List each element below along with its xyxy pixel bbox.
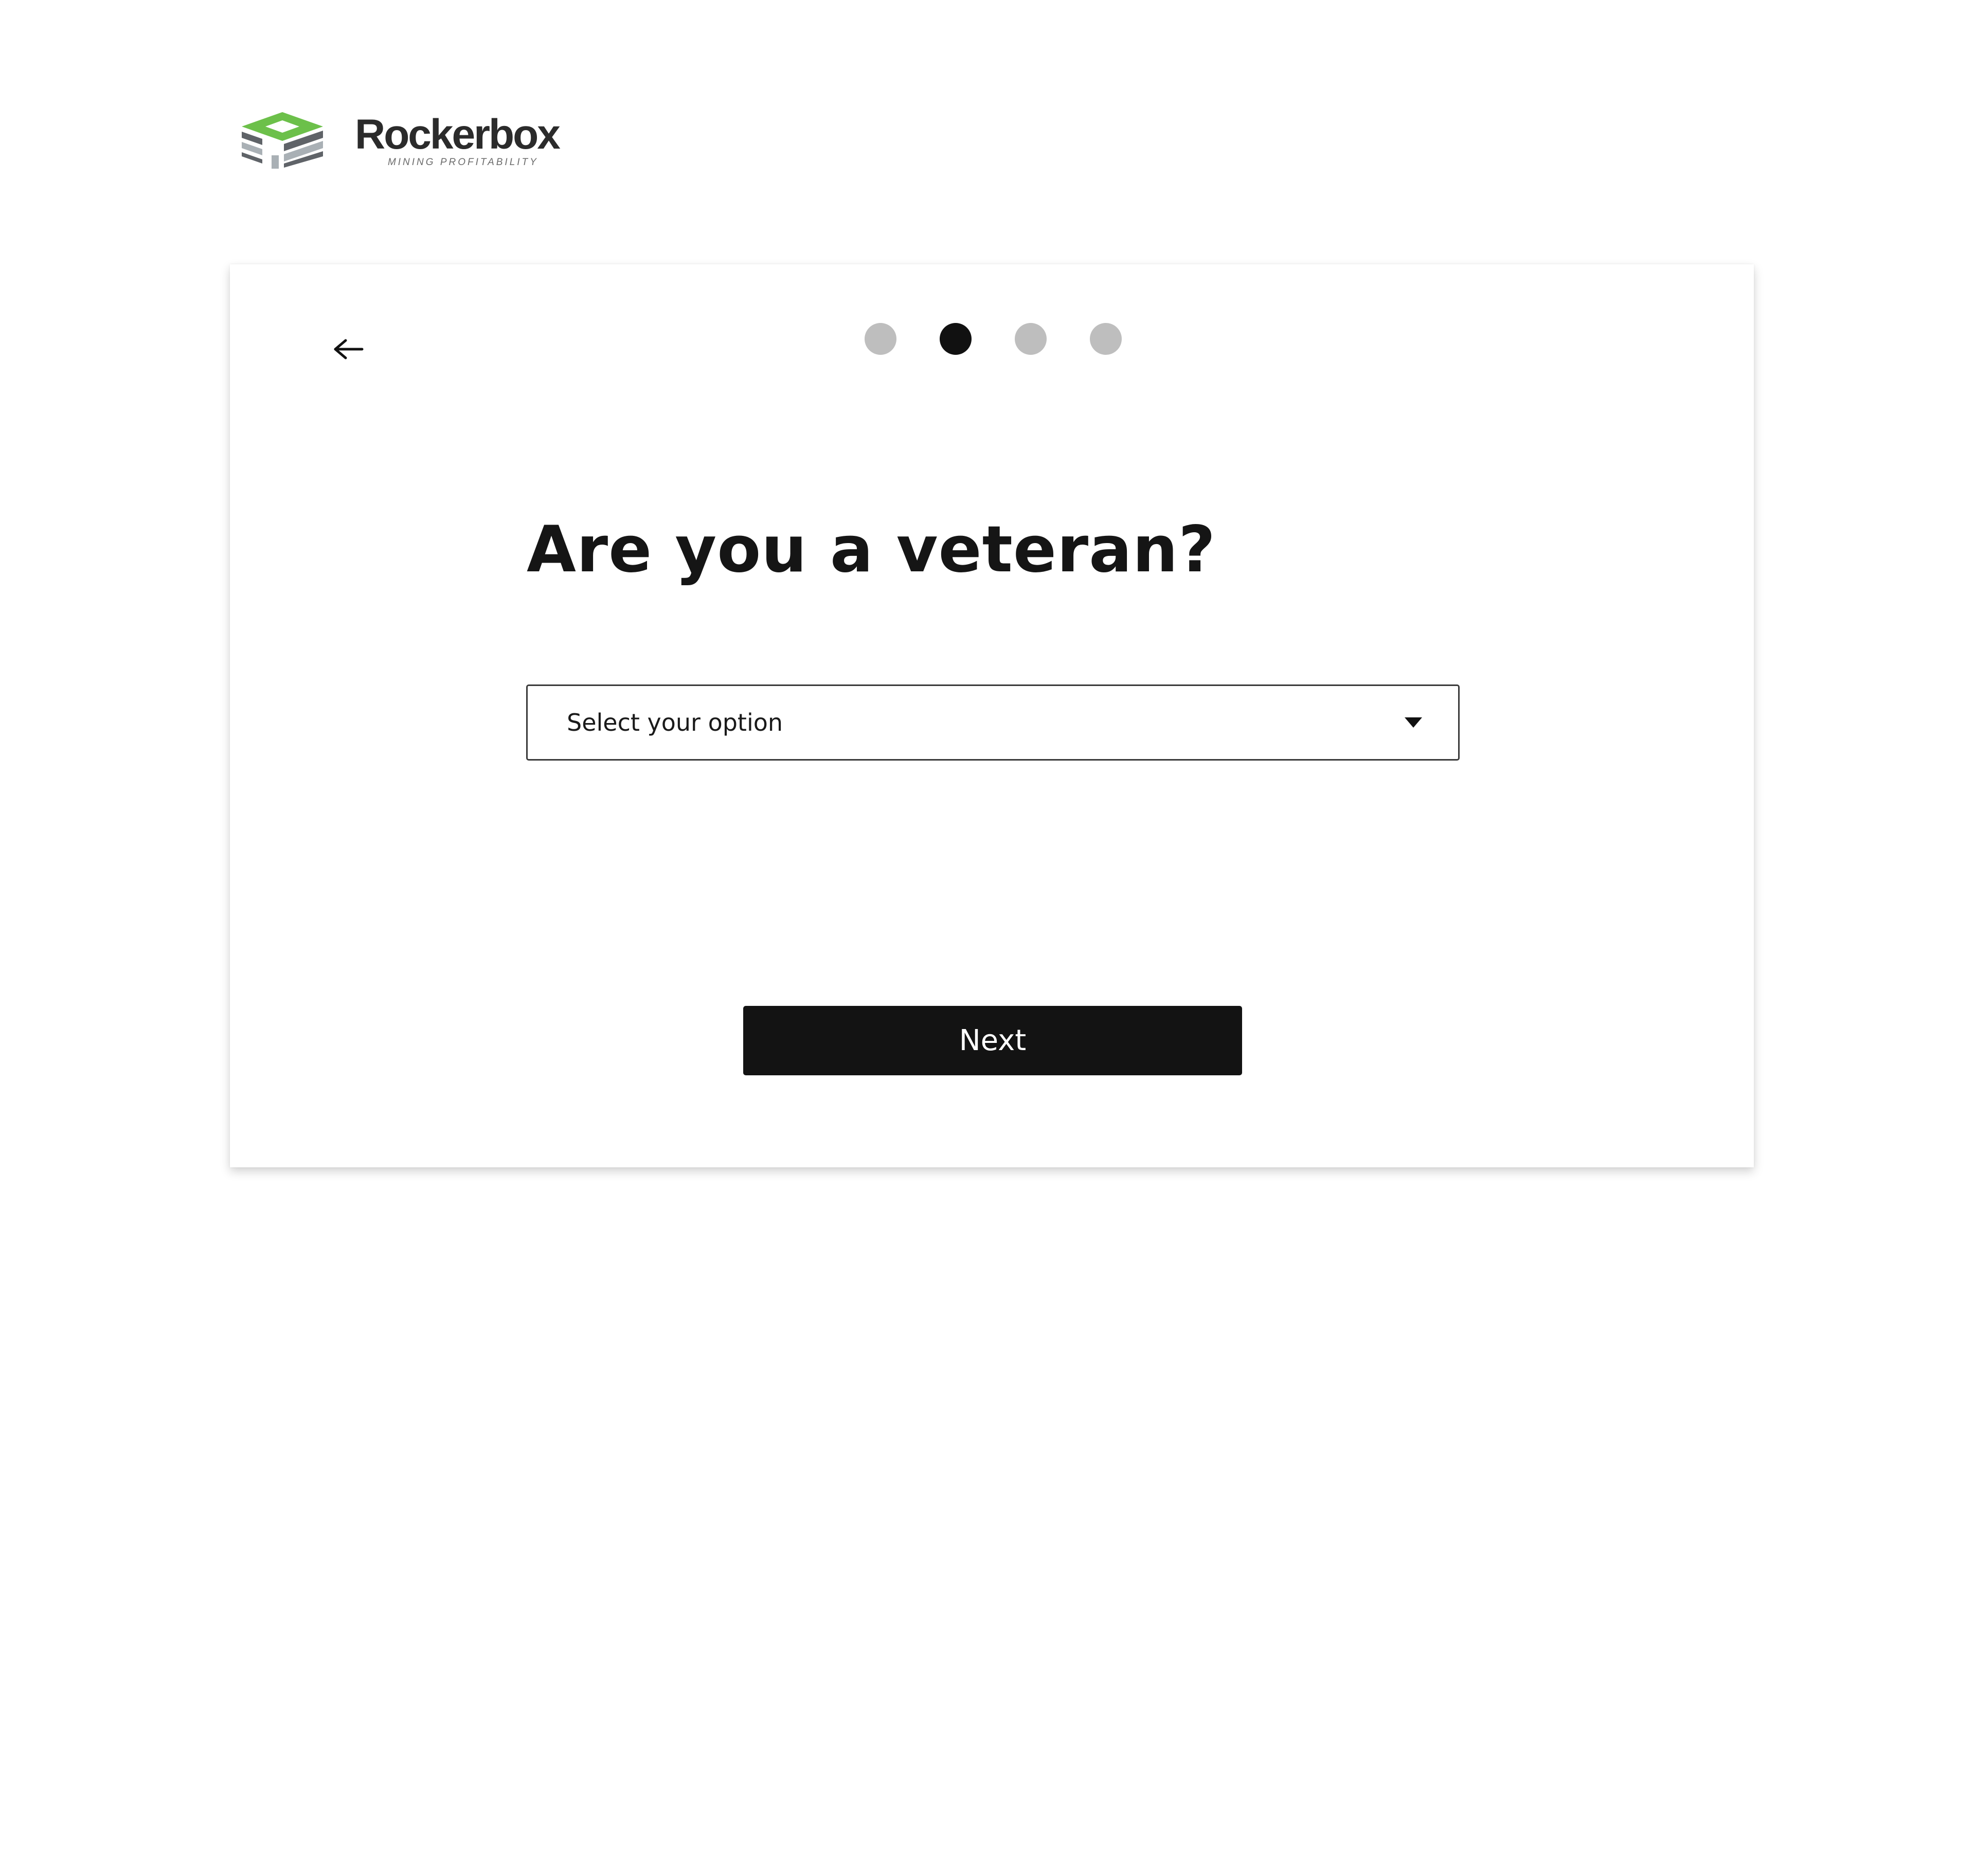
brand-logo: Rockerbox MINING PROFITABILITY [242, 111, 561, 170]
question-title: Are you a veteran? [527, 513, 1216, 587]
brand-name: Rockerbox [355, 111, 561, 158]
brand-tagline: MINING PROFITABILITY [387, 157, 538, 168]
step-dot-2-active [940, 323, 972, 355]
next-button[interactable]: Next [743, 1006, 1242, 1075]
caret-down-icon [1405, 717, 1422, 728]
progress-stepper [865, 323, 1122, 355]
arrow-left-icon [334, 339, 364, 359]
question-card: Are you a veteran? Select your option Ne… [230, 264, 1754, 1167]
rockerbox-logo-icon [242, 112, 323, 169]
select-value: Select your option [567, 709, 783, 736]
step-dot-3 [1015, 323, 1047, 355]
step-dot-4 [1090, 323, 1122, 355]
veteran-select[interactable]: Select your option [526, 684, 1460, 761]
page: Rockerbox MINING PROFITABILITY Are you a… [0, 0, 1975, 1876]
step-dot-1 [865, 323, 896, 355]
back-button[interactable] [320, 326, 376, 372]
